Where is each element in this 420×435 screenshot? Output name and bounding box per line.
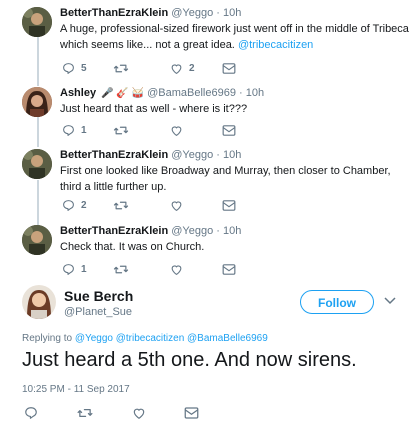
author-handle[interactable]: @Yeggo	[171, 225, 213, 237]
reply-count: 1	[81, 263, 87, 275]
author-handle[interactable]: @Yeggo	[171, 149, 213, 161]
retweet-icon	[77, 408, 93, 418]
message-button[interactable]	[222, 198, 236, 212]
retweet-icon	[113, 265, 129, 273]
like-icon	[171, 63, 182, 74]
like-button[interactable]	[170, 198, 189, 212]
replying-to: Replying to @Yeggo @tribecacitizen @Bama…	[22, 333, 268, 344]
chevron-down-icon[interactable]	[384, 296, 396, 306]
author-name[interactable]: BetterThanEzraKlein	[60, 7, 168, 19]
message-button[interactable]	[222, 262, 236, 276]
main-avatar[interactable]	[22, 285, 56, 319]
reply-button[interactable]	[24, 406, 38, 420]
message-icon	[222, 263, 236, 275]
like-icon	[171, 264, 182, 275]
retweet-button[interactable]	[113, 262, 135, 276]
tweet-text: A huge, professional-sized firework just…	[60, 21, 410, 53]
message-button[interactable]	[222, 61, 236, 75]
reply-icon	[63, 263, 74, 275]
tweet-text: Check that. It was on Church.	[60, 241, 205, 253]
reply-icon	[25, 407, 37, 419]
retweet-button[interactable]	[77, 406, 93, 420]
reply-button[interactable]: 1	[62, 262, 87, 276]
message-icon	[184, 407, 199, 419]
message-button[interactable]	[222, 123, 236, 137]
retweet-button[interactable]	[113, 198, 135, 212]
reply-button[interactable]: 2	[62, 198, 87, 212]
like-icon	[171, 125, 182, 136]
mention-link[interactable]: @tribecacitizen	[238, 39, 313, 51]
reply-count: 5	[81, 62, 87, 74]
tweet-header: BetterThanEzraKlein @Yeggo · 10h	[60, 149, 241, 161]
tweet-header: BetterThanEzraKlein @Yeggo · 10h	[60, 7, 241, 19]
tweet-time[interactable]: · 10h	[216, 149, 241, 161]
retweet-icon	[113, 126, 129, 134]
retweet-button[interactable]	[113, 123, 135, 137]
like-button[interactable]: 2	[170, 61, 195, 75]
avatar[interactable]	[22, 225, 52, 255]
tweet-header: Ashley 🎤 🎸 🥁 @BamaBelle6969 · 10h	[60, 87, 264, 99]
author-handle[interactable]: @BamaBelle6969	[147, 87, 236, 99]
tweet-1[interactable]: BetterThanEzraKlein @Yeggo · 10h A huge,…	[0, 7, 420, 77]
tweet-text: First one looked like Broadway and Murra…	[60, 165, 391, 193]
name-emoji: 🎤 🎸 🥁	[101, 88, 145, 99]
tweet-time[interactable]: · 10h	[239, 87, 264, 99]
author-name[interactable]: Ashley	[60, 87, 96, 99]
reply-count: 2	[81, 199, 87, 211]
like-button[interactable]	[170, 262, 189, 276]
follow-button[interactable]: Follow	[300, 290, 374, 314]
tweet-header: BetterThanEzraKlein @Yeggo · 10h	[60, 225, 241, 237]
avatar[interactable]	[22, 149, 52, 179]
tweet-text-body: A huge, professional-sized firework just…	[60, 23, 409, 51]
tweet-2[interactable]: Ashley 🎤 🎸 🥁 @BamaBelle6969 · 10h Just h…	[0, 87, 420, 142]
avatar[interactable]	[22, 87, 52, 117]
retweet-icon	[113, 64, 129, 72]
main-tweet-timestamp[interactable]: 10:25 PM - 11 Sep 2017	[22, 384, 130, 395]
author-name[interactable]: BetterThanEzraKlein	[60, 225, 168, 237]
message-button[interactable]	[184, 406, 199, 420]
tweet-time[interactable]: · 10h	[216, 225, 241, 237]
tweet-text: Just heard that as well - where is it???	[60, 103, 248, 115]
main-author-handle[interactable]: @Planet_Sue	[64, 306, 132, 318]
replying-prefix: Replying to	[22, 333, 73, 344]
reply-count: 1	[81, 124, 87, 136]
message-icon	[222, 124, 236, 136]
message-icon	[222, 62, 236, 74]
tweet-4[interactable]: BetterThanEzraKlein @Yeggo · 10h Check t…	[0, 225, 420, 280]
reply-icon	[63, 62, 74, 74]
like-count: 2	[189, 62, 195, 74]
retweet-icon	[113, 201, 129, 209]
tweet-3[interactable]: BetterThanEzraKlein @Yeggo · 10h First o…	[0, 149, 420, 219]
like-icon	[171, 200, 182, 211]
author-name[interactable]: BetterThanEzraKlein	[60, 149, 168, 161]
main-tweet-text: Just heard a 5th one. And now sirens.	[22, 349, 357, 371]
like-button[interactable]	[170, 123, 189, 137]
reply-icon	[63, 124, 74, 136]
main-author-name[interactable]: Sue Berch	[64, 288, 133, 304]
tweet-time[interactable]: · 10h	[216, 7, 241, 19]
avatar[interactable]	[22, 7, 52, 37]
reply-icon	[63, 199, 74, 211]
reply-button[interactable]: 1	[62, 123, 87, 137]
reply-button[interactable]: 5	[62, 61, 87, 75]
like-button[interactable]	[132, 406, 146, 420]
retweet-button[interactable]	[113, 61, 135, 75]
author-handle[interactable]: @Yeggo	[171, 7, 213, 19]
replying-to-links[interactable]: @Yeggo @tribecacitizen @BamaBelle6969	[75, 333, 268, 344]
like-icon	[133, 408, 145, 419]
message-icon	[222, 199, 236, 211]
